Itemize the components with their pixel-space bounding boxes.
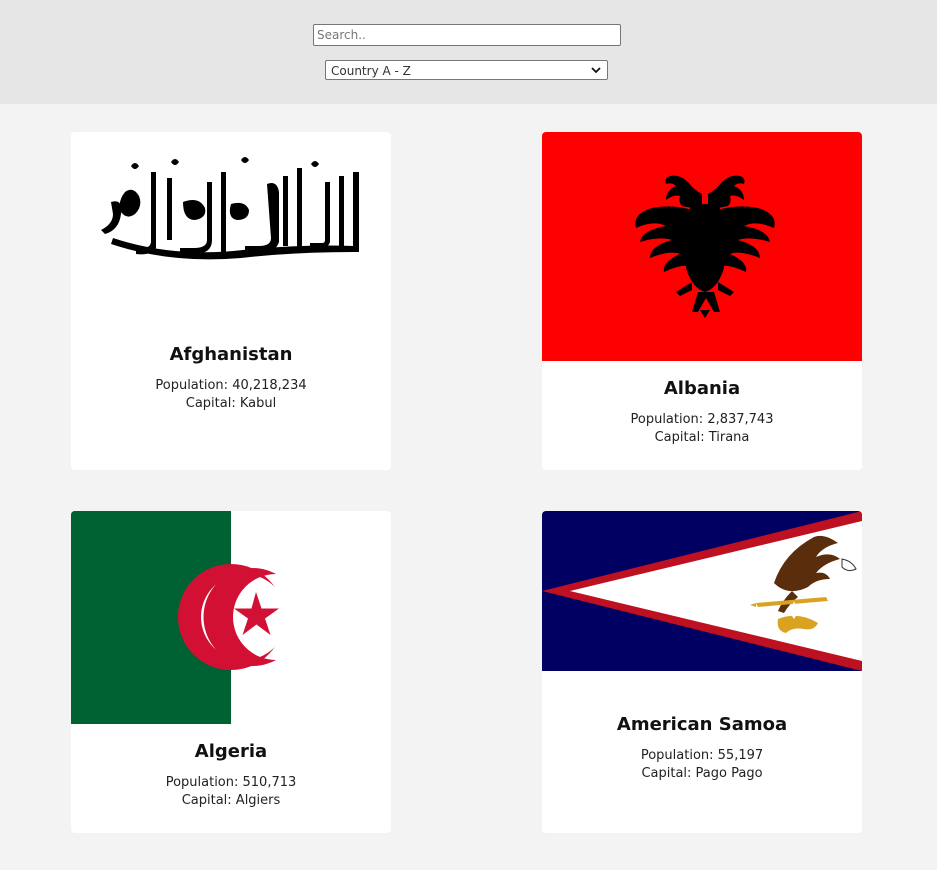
algeria-crescent-star — [203, 568, 279, 666]
flag-image-american-samoa — [542, 511, 862, 671]
chevron-down-icon — [591, 67, 601, 74]
country-population: Population: 55,197 — [640, 748, 764, 763]
country-name: Afghanistan — [169, 344, 293, 365]
country-card-algeria[interactable]: Algeria Population: 510,713 Capital: Alg… — [71, 511, 391, 833]
country-card-american-samoa[interactable]: American Samoa Population: 55,197 Capita… — [542, 511, 862, 833]
country-card-afghanistan[interactable]: Afghanistan Population: 40,218,234 Capit… — [71, 132, 391, 470]
sort-select[interactable]: Country A - Z — [325, 60, 608, 80]
country-capital: Capital: Kabul — [185, 396, 277, 411]
search-input[interactable] — [313, 24, 621, 46]
flag-image-albania — [542, 132, 862, 361]
flag-image-afghanistan — [71, 132, 391, 332]
country-name: Algeria — [194, 741, 268, 762]
country-capital: Capital: Algiers — [181, 793, 281, 808]
country-population: Population: 510,713 — [165, 775, 297, 790]
sort-selected-value: Country A - Z — [331, 64, 411, 78]
country-name: Albania — [663, 378, 741, 399]
country-capital: Capital: Pago Pago — [641, 766, 763, 781]
country-card-albania[interactable]: Albania Population: 2,837,743 Capital: T… — [542, 132, 862, 470]
country-population: Population: 40,218,234 — [155, 378, 307, 393]
country-population: Population: 2,837,743 — [630, 412, 774, 427]
country-capital: Capital: Tirana — [654, 430, 750, 445]
header-bar: Country A - Z — [0, 0, 937, 104]
country-name: American Samoa — [616, 714, 788, 735]
